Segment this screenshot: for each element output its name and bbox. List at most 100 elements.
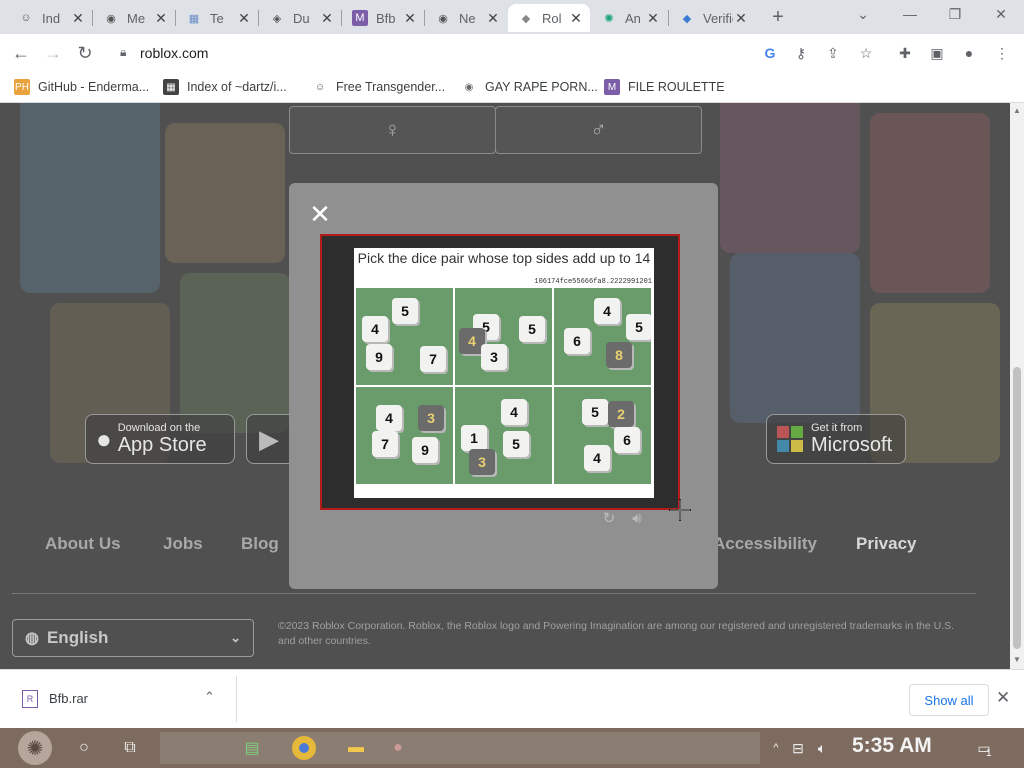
footer-link-jobs[interactable]: Jobs xyxy=(163,534,203,554)
search-circle-icon[interactable]: ○ xyxy=(72,736,96,760)
captcha-option-1[interactable]: 5 4 9 7 xyxy=(356,288,453,385)
footer-link-accessibility[interactable]: Accessibility xyxy=(713,534,817,554)
key-icon[interactable]: ⚷ xyxy=(791,43,811,63)
tab-6-active[interactable]: ◆ Rol ✕ xyxy=(508,4,590,32)
tab-8[interactable]: ◆ Verific ✕ xyxy=(669,4,755,32)
tab-5[interactable]: ◉ Ne ✕ xyxy=(425,4,507,32)
openai-icon: ✺ xyxy=(604,12,614,25)
female-icon: ♀ xyxy=(384,117,401,142)
tab-close-icon[interactable]: ✕ xyxy=(733,10,749,27)
tab-1[interactable]: ◉ Me ✕ xyxy=(93,4,175,32)
scroll-up-arrow-icon[interactable]: ▲ xyxy=(1013,106,1021,115)
google-translate-icon[interactable]: G xyxy=(760,43,780,63)
bookmark-star-icon[interactable]: ☆ xyxy=(856,43,876,63)
start-button[interactable]: ✺ xyxy=(18,731,52,765)
tab-close-icon[interactable]: ✕ xyxy=(153,10,169,27)
tab-close-icon[interactable]: ✕ xyxy=(319,10,335,27)
tab-search-icon[interactable]: ⌄ xyxy=(848,6,878,23)
notifications-icon[interactable]: ▭ xyxy=(972,736,996,760)
captcha-option-3[interactable]: 4 5 6 8 xyxy=(554,288,651,385)
close-icon[interactable]: ✕ xyxy=(307,201,333,227)
store-small-label: Get it from xyxy=(811,421,863,434)
minimize-button[interactable]: — xyxy=(895,6,925,22)
bookmark-4[interactable]: M FILE ROULETTE xyxy=(604,77,725,97)
menu-kebab-icon[interactable]: ⋮ xyxy=(992,43,1012,63)
taskbar-clock[interactable]: 5:35 AM xyxy=(852,734,932,758)
gender-female-button[interactable]: ♀ xyxy=(289,106,496,154)
bookmark-3[interactable]: ◉ GAY RAPE PORN... xyxy=(461,77,598,97)
die: 4 xyxy=(501,399,527,425)
download-file-name[interactable]: Bfb.rar xyxy=(49,691,88,706)
forward-button[interactable]: → xyxy=(40,40,66,66)
tab-close-icon[interactable]: ✕ xyxy=(402,10,418,27)
extensions-icon[interactable]: ✚ xyxy=(895,43,915,63)
tab-4[interactable]: M Bfb ✕ xyxy=(342,4,424,32)
chevron-up-icon[interactable]: ^ xyxy=(764,736,788,760)
show-all-button[interactable]: Show all xyxy=(909,684,989,716)
page-scrollbar[interactable]: ▲ ▼ xyxy=(1010,103,1024,669)
tab-close-icon[interactable]: ✕ xyxy=(645,10,661,27)
die: 6 xyxy=(614,427,640,453)
bookmark-1[interactable]: ▦ Index of ~dartz/i... xyxy=(163,77,287,97)
mf-icon: M xyxy=(604,79,620,95)
store-large-label: App Store xyxy=(117,433,207,456)
archive-file-icon: R xyxy=(22,690,38,708)
volume-muted-icon[interactable]: 🔈︎ xyxy=(810,736,834,760)
reload-button[interactable]: ↻ xyxy=(72,40,98,66)
chevron-up-icon[interactable]: ⌃ xyxy=(204,689,215,705)
footer-link-blog[interactable]: Blog xyxy=(241,534,279,554)
new-tab-button[interactable]: + xyxy=(766,6,790,30)
store-large-label: Microsoft xyxy=(811,433,893,456)
back-button[interactable]: ← xyxy=(8,40,34,66)
download-shelf: R Bfb.rar ⌃ Show all ✕ xyxy=(0,669,1024,729)
gender-male-button[interactable]: ♂ xyxy=(495,106,702,154)
tab-close-icon[interactable]: ✕ xyxy=(236,10,252,27)
github-icon: ☺ xyxy=(20,12,32,24)
diamond-icon: ◈ xyxy=(272,12,282,25)
chrome-icon[interactable] xyxy=(292,736,316,760)
task-view-icon[interactable]: ⧉ xyxy=(118,736,142,760)
taskbar: ✺ ○ ⧉ ▤ ▬ ● ^ ⊟ 🔈︎ 5:35 AM ▭ 1 xyxy=(0,728,1024,768)
footer-link-privacy[interactable]: Privacy xyxy=(856,534,917,554)
tab-close-icon[interactable]: ✕ xyxy=(485,10,501,27)
captcha-option-5[interactable]: 4 1 5 3 xyxy=(455,387,552,484)
tab-2[interactable]: ▦ Te ✕ xyxy=(176,4,258,32)
die: 5 xyxy=(582,399,608,425)
captcha-option-4[interactable]: 4 3 7 9 xyxy=(356,387,453,484)
tab-close-icon[interactable]: ✕ xyxy=(70,10,86,27)
bookmark-0[interactable]: PH GitHub - Enderma... xyxy=(14,77,149,97)
bookmark-2[interactable]: ☺ Free Transgender... xyxy=(312,77,445,97)
die: 9 xyxy=(366,344,392,370)
tab-label: Me xyxy=(127,10,146,26)
notes-app-icon[interactable]: ▤ xyxy=(240,736,264,760)
close-icon[interactable]: ✕ xyxy=(996,688,1010,708)
refresh-icon[interactable]: ↻ xyxy=(599,509,619,529)
app-icon[interactable]: ● xyxy=(386,736,410,760)
tab-0[interactable]: ☺ Ind ✕ xyxy=(8,4,92,32)
share-icon[interactable]: ⇪ xyxy=(823,43,843,63)
tab-label: Rol xyxy=(542,10,562,26)
file-explorer-icon[interactable]: ▬ xyxy=(344,736,368,760)
restore-button[interactable]: ❐ xyxy=(940,6,970,23)
die: 7 xyxy=(372,431,398,457)
tab-close-icon[interactable]: ✕ xyxy=(568,10,584,27)
network-icon[interactable]: ⊟ xyxy=(786,736,810,760)
language-select[interactable]: ◍ English ⌄ xyxy=(12,619,254,657)
die: 4 xyxy=(376,405,402,431)
captcha-option-2[interactable]: 5 4 3 5 xyxy=(455,288,552,385)
footer-link-about[interactable]: About Us xyxy=(45,534,121,554)
lock-icon[interactable]: 🔒︎ xyxy=(120,45,126,60)
audio-icon[interactable]: 🔊︎ xyxy=(627,509,647,529)
microsoft-store-button[interactable]: Get it from Microsoft xyxy=(766,414,906,464)
app-store-button[interactable]: ● Download on the App Store xyxy=(85,414,235,464)
profile-avatar-icon[interactable]: ● xyxy=(959,43,979,63)
scroll-down-arrow-icon[interactable]: ▼ xyxy=(1013,655,1021,664)
captcha-option-6[interactable]: 5 2 6 4 xyxy=(554,387,651,484)
ph-icon: PH xyxy=(14,79,30,95)
tab-3[interactable]: ◈ Du ✕ xyxy=(259,4,341,32)
captcha-prompt: Pick the dice pair whose top sides add u… xyxy=(357,250,651,266)
scroll-thumb[interactable] xyxy=(1013,367,1021,649)
tab-7[interactable]: ✺ An ✕ xyxy=(591,4,667,32)
side-panel-icon[interactable]: ▣ xyxy=(927,43,947,63)
close-window-button[interactable]: ✕ xyxy=(986,6,1016,23)
